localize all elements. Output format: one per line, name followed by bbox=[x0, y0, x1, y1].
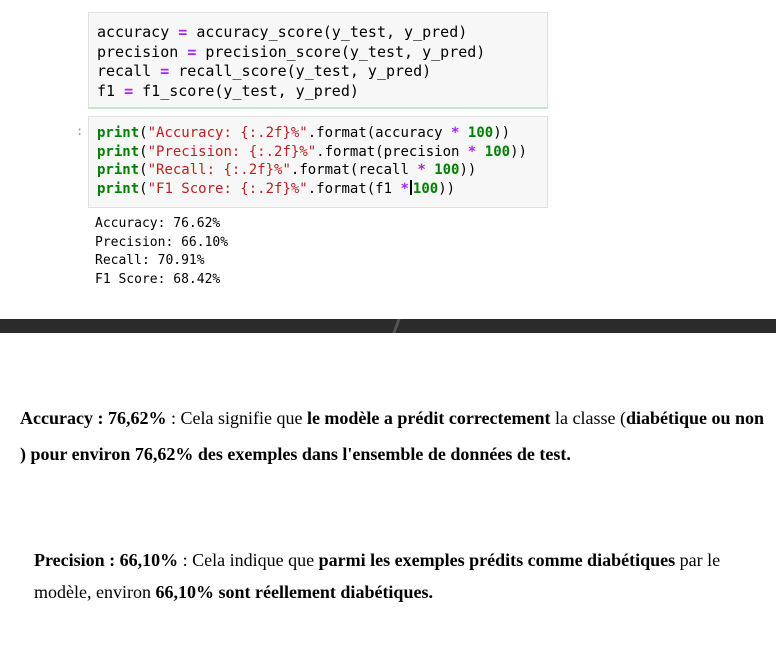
code-line: accuracy = accuracy_score(y_test, y_pred… bbox=[97, 23, 547, 43]
code-token: .format(recall bbox=[290, 162, 418, 178]
screenshot-edge-band bbox=[0, 319, 776, 333]
code-token: f1_score(y_test, y_pred) bbox=[142, 81, 359, 100]
code-token: = bbox=[178, 23, 188, 41]
code-token: print bbox=[97, 125, 140, 141]
code-token: recall bbox=[97, 62, 152, 80]
code-token: ( bbox=[139, 143, 148, 160]
code-line: print("Accuracy: {:.2f}%".format(accurac… bbox=[97, 124, 547, 143]
cell-prompt: : bbox=[76, 124, 84, 138]
code-token: ( bbox=[139, 125, 148, 141]
code-token: = bbox=[187, 42, 197, 61]
text-run: la classe ( bbox=[550, 408, 626, 428]
code-line: f1 = f1_score(y_test, y_pred) bbox=[97, 82, 547, 102]
emphasis-run: parmi les exemples prédits comme diabéti… bbox=[318, 550, 676, 570]
code-token: print bbox=[97, 162, 140, 178]
code-token: ( bbox=[139, 162, 148, 178]
code-token: precision bbox=[97, 42, 179, 61]
text-cursor bbox=[409, 179, 412, 195]
output-line: Recall: 70.91% bbox=[95, 253, 205, 268]
code-token: "Accuracy: {:.2f}%" bbox=[147, 125, 308, 141]
code-token: print bbox=[97, 180, 140, 197]
code-token: * bbox=[467, 143, 477, 160]
code-token: "Recall: {:.2f}%" bbox=[147, 162, 291, 178]
code-line: print("F1 Score: {:.2f}%".format(f1 * 100… bbox=[97, 179, 547, 199]
precision-label: Precision : 66,10% bbox=[34, 550, 179, 570]
code-token: recall_score(y_test, y_pred) bbox=[178, 62, 432, 80]
code-cell-metrics[interactable]: accuracy = accuracy_score(y_test, y_pred… bbox=[88, 12, 548, 108]
code-token: 100 bbox=[434, 162, 460, 178]
code-token: f1 bbox=[97, 81, 116, 100]
text-run: : Cela signifie que bbox=[166, 408, 307, 428]
code-line: precision = precision_score(y_test, y_pr… bbox=[97, 43, 547, 63]
code-token: ( bbox=[139, 180, 148, 197]
code-line: print("Recall: {:.2f}%".format(recall * … bbox=[97, 161, 547, 180]
accuracy-label: Accuracy : 76,62% bbox=[20, 408, 167, 428]
code-token: 100 bbox=[412, 180, 439, 197]
code-token: print bbox=[97, 143, 140, 160]
code-token: = bbox=[160, 62, 170, 80]
code-token: precision_score(y_test, y_pred) bbox=[205, 42, 486, 61]
code-token: .format(precision bbox=[316, 143, 468, 160]
cell-output: Accuracy: 76.62% Precision: 66.10% Recal… bbox=[95, 215, 228, 289]
code-token: .format(accuracy bbox=[307, 125, 452, 141]
output-line: F1 Score: 68.42% bbox=[95, 271, 221, 287]
output-line: Accuracy: 76.62% bbox=[95, 216, 221, 231]
code-cell-print[interactable]: print("Accuracy: {:.2f}%".format(accurac… bbox=[88, 116, 548, 208]
code-token: )) bbox=[459, 162, 477, 178]
band-tab-mark bbox=[392, 319, 401, 333]
code-token: 100 bbox=[467, 125, 494, 141]
code-token: .format(f1 bbox=[307, 180, 401, 197]
code-token: * bbox=[417, 162, 426, 178]
code-token: )) bbox=[438, 180, 456, 197]
code-token: )) bbox=[510, 143, 527, 160]
code-token: 100 bbox=[484, 143, 511, 160]
code-line: print("Precision: {:.2f}%".format(precis… bbox=[97, 143, 547, 162]
code-token: accuracy_score(y_test, y_pred) bbox=[196, 23, 468, 41]
text-run: : Cela indique que bbox=[178, 550, 319, 570]
code-token: = bbox=[124, 81, 134, 100]
output-line: Precision: 66.10% bbox=[95, 234, 229, 250]
accuracy-explanation: Accuracy : 76,62% : Cela signifie que le… bbox=[20, 400, 765, 472]
precision-explanation: Precision : 66,10% : Cela indique que pa… bbox=[34, 544, 769, 608]
cell-divider bbox=[88, 107, 548, 109]
code-token: "F1 Score: {:.2f}%" bbox=[147, 180, 308, 197]
code-token: * bbox=[400, 180, 409, 197]
code-token: accuracy bbox=[97, 23, 170, 41]
code-token: )) bbox=[493, 125, 511, 141]
code-line: recall = recall_score(y_test, y_pred) bbox=[97, 62, 547, 82]
emphasis-run: le modèle a prédit correctement bbox=[306, 408, 551, 428]
code-token: "Precision: {:.2f}%" bbox=[147, 143, 317, 160]
code-token: * bbox=[451, 125, 460, 141]
emphasis-run: 66,10% sont réellement diabétiques. bbox=[155, 582, 433, 602]
